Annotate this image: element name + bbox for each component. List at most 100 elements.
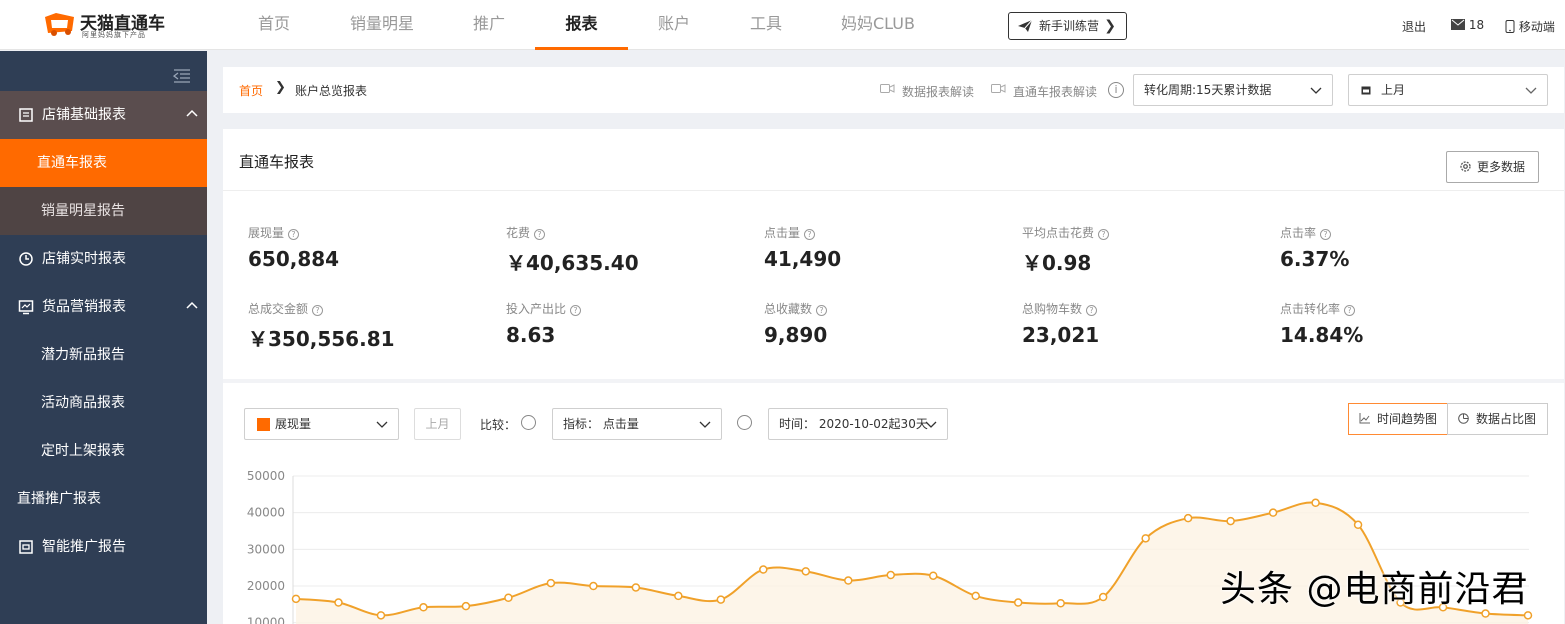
data-point[interactable] — [505, 594, 512, 601]
messages-link[interactable]: 18 — [1451, 18, 1484, 32]
nav-promotion[interactable]: 推广 — [458, 0, 520, 50]
data-point[interactable] — [1100, 594, 1107, 601]
nav-mama-club[interactable]: 妈妈CLUB — [828, 0, 928, 50]
period-value: 上月 — [1381, 83, 1405, 97]
data-point[interactable] — [887, 572, 894, 579]
metric-value: ￥0.98 — [1022, 247, 1091, 276]
data-point[interactable] — [930, 572, 937, 579]
metric-value: 8.63 — [506, 323, 555, 347]
nav-reports[interactable]: 报表 — [535, 0, 628, 50]
data-point[interactable] — [462, 603, 469, 610]
more-data-button[interactable]: 更多数据 — [1446, 151, 1539, 183]
data-point[interactable] — [1142, 535, 1149, 542]
collapse-menu-icon[interactable] — [173, 69, 191, 83]
mobile-link[interactable]: 移动端 — [1505, 18, 1555, 35]
question-icon[interactable]: ? — [312, 305, 323, 316]
metric-value: 41,490 — [764, 247, 841, 271]
sidebar-item-live-promotion[interactable]: 直播推广报表 — [0, 475, 207, 523]
clock-icon — [18, 251, 34, 267]
logout-link[interactable]: 退出 — [1402, 18, 1426, 35]
metric-label: 投入产出比? — [506, 300, 581, 317]
data-point[interactable] — [420, 604, 427, 611]
data-point[interactable] — [845, 577, 852, 584]
metric-label: 点击率? — [1280, 224, 1331, 241]
nav-tools[interactable]: 工具 — [735, 0, 797, 50]
breadcrumb-current: 账户总览报表 — [295, 82, 367, 99]
data-point[interactable] — [547, 580, 554, 587]
period-tag[interactable]: 上月 — [414, 408, 461, 440]
nav-sales-star[interactable]: 销量明星 — [340, 0, 424, 50]
metric-value: 14.84% — [1280, 323, 1363, 347]
data-point[interactable] — [717, 596, 724, 603]
question-icon[interactable]: ? — [1320, 229, 1331, 240]
time-compare-radio[interactable] — [737, 415, 752, 430]
sidebar-item-store-realtime[interactable]: 店铺实时报表 — [0, 235, 207, 283]
trend-chart-button[interactable]: 时间趋势图 — [1348, 403, 1448, 435]
data-point[interactable] — [802, 568, 809, 575]
sidebar-item-label: 货品营销报表 — [42, 283, 126, 331]
period-select[interactable]: 上月 — [1348, 74, 1548, 106]
data-point[interactable] — [1227, 518, 1234, 525]
question-icon[interactable]: ? — [804, 229, 815, 240]
metric-label: 平均点击花费? — [1022, 224, 1109, 241]
data-point[interactable] — [1015, 599, 1022, 606]
sidebar-item-activity-goods[interactable]: 活动商品报表 — [0, 379, 207, 427]
data-point[interactable] — [1355, 521, 1362, 528]
data-point[interactable] — [972, 592, 979, 599]
question-icon[interactable]: ? — [534, 229, 545, 240]
sidebar-item-goods-marketing[interactable]: 货品营销报表 — [0, 283, 207, 331]
sidebar-item-smart-promotion[interactable]: 智能推广报告 — [0, 523, 207, 571]
chart-metric-select[interactable]: 展现量 — [244, 408, 399, 440]
sidebar-item-sales-star-report[interactable]: 销量明星报告 — [0, 187, 207, 235]
indicator-select[interactable]: 指标： 点击量 — [552, 408, 722, 440]
data-point[interactable] — [1057, 600, 1064, 607]
metric-value: 9,890 — [764, 323, 827, 347]
training-camp-button[interactable]: 新手训练营 ❯ — [1008, 12, 1127, 40]
report-card: 直通车报表 更多数据 展现量? 650,884 花费? ￥40,635.40 点… — [223, 129, 1564, 624]
conversion-period-select[interactable]: 转化周期:15天累计数据 — [1133, 74, 1333, 106]
data-point[interactable] — [760, 566, 767, 573]
sidebar-item-store-basic[interactable]: 店铺基础报表 — [0, 91, 207, 139]
data-point[interactable] — [1525, 612, 1532, 619]
data-point[interactable] — [1185, 515, 1192, 522]
ztc-report-guide-label: 直通车报表解读 — [1013, 85, 1097, 99]
data-point[interactable] — [335, 599, 342, 606]
compare-radio[interactable] — [521, 415, 536, 430]
data-point[interactable] — [675, 592, 682, 599]
y-tick-label: 10000 — [247, 616, 285, 624]
ztc-report-guide-link[interactable]: 直通车报表解读 — [1013, 83, 1097, 100]
data-point[interactable] — [590, 583, 597, 590]
data-report-guide-link[interactable]: 数据报表解读 — [902, 83, 974, 100]
video-icon — [991, 83, 1006, 94]
question-icon[interactable]: ? — [816, 305, 827, 316]
time-range-select[interactable]: 时间： 2020-10-02起30天 — [768, 408, 948, 440]
data-point[interactable] — [293, 595, 300, 602]
watermark-text: 头条 @电商前沿君 — [1220, 560, 1528, 612]
ratio-chart-label: 数据占比图 — [1476, 412, 1536, 426]
data-point[interactable] — [1312, 499, 1319, 506]
data-report-guide-label: 数据报表解读 — [902, 85, 974, 99]
sidebar-item-potential-new[interactable]: 潜力新品报告 — [0, 331, 207, 379]
question-icon[interactable]: ? — [1344, 305, 1355, 316]
breadcrumb-home[interactable]: 首页 — [239, 82, 263, 99]
ratio-chart-button[interactable]: 数据占比图 — [1447, 403, 1548, 435]
question-icon[interactable]: ? — [570, 305, 581, 316]
sidebar-item-ztc-report[interactable]: 直通车报表 — [0, 139, 207, 187]
metric-roi: 投入产出比? 8.63 — [506, 300, 746, 360]
chevron-right-icon: ❯ — [275, 80, 286, 95]
info-icon[interactable]: i — [1108, 82, 1124, 98]
sidebar-item-scheduled-listing[interactable]: 定时上架报表 — [0, 427, 207, 475]
metric-value: 23,021 — [1022, 323, 1099, 347]
nav-home[interactable]: 首页 — [243, 0, 305, 50]
question-icon[interactable]: ? — [1098, 229, 1109, 240]
data-point[interactable] — [1270, 509, 1277, 516]
nav-account[interactable]: 账户 — [643, 0, 705, 50]
question-icon[interactable]: ? — [288, 229, 299, 240]
logo[interactable]: 天猫直通车 阿里妈妈旗下产品 — [42, 8, 182, 42]
question-icon[interactable]: ? — [1086, 305, 1097, 316]
section-divider — [223, 379, 1564, 383]
data-point[interactable] — [377, 612, 384, 619]
metric-impressions: 展现量? 650,884 — [248, 224, 488, 284]
metric-total-gmv: 总成交金额? ￥350,556.81 — [248, 300, 488, 360]
data-point[interactable] — [632, 584, 639, 591]
